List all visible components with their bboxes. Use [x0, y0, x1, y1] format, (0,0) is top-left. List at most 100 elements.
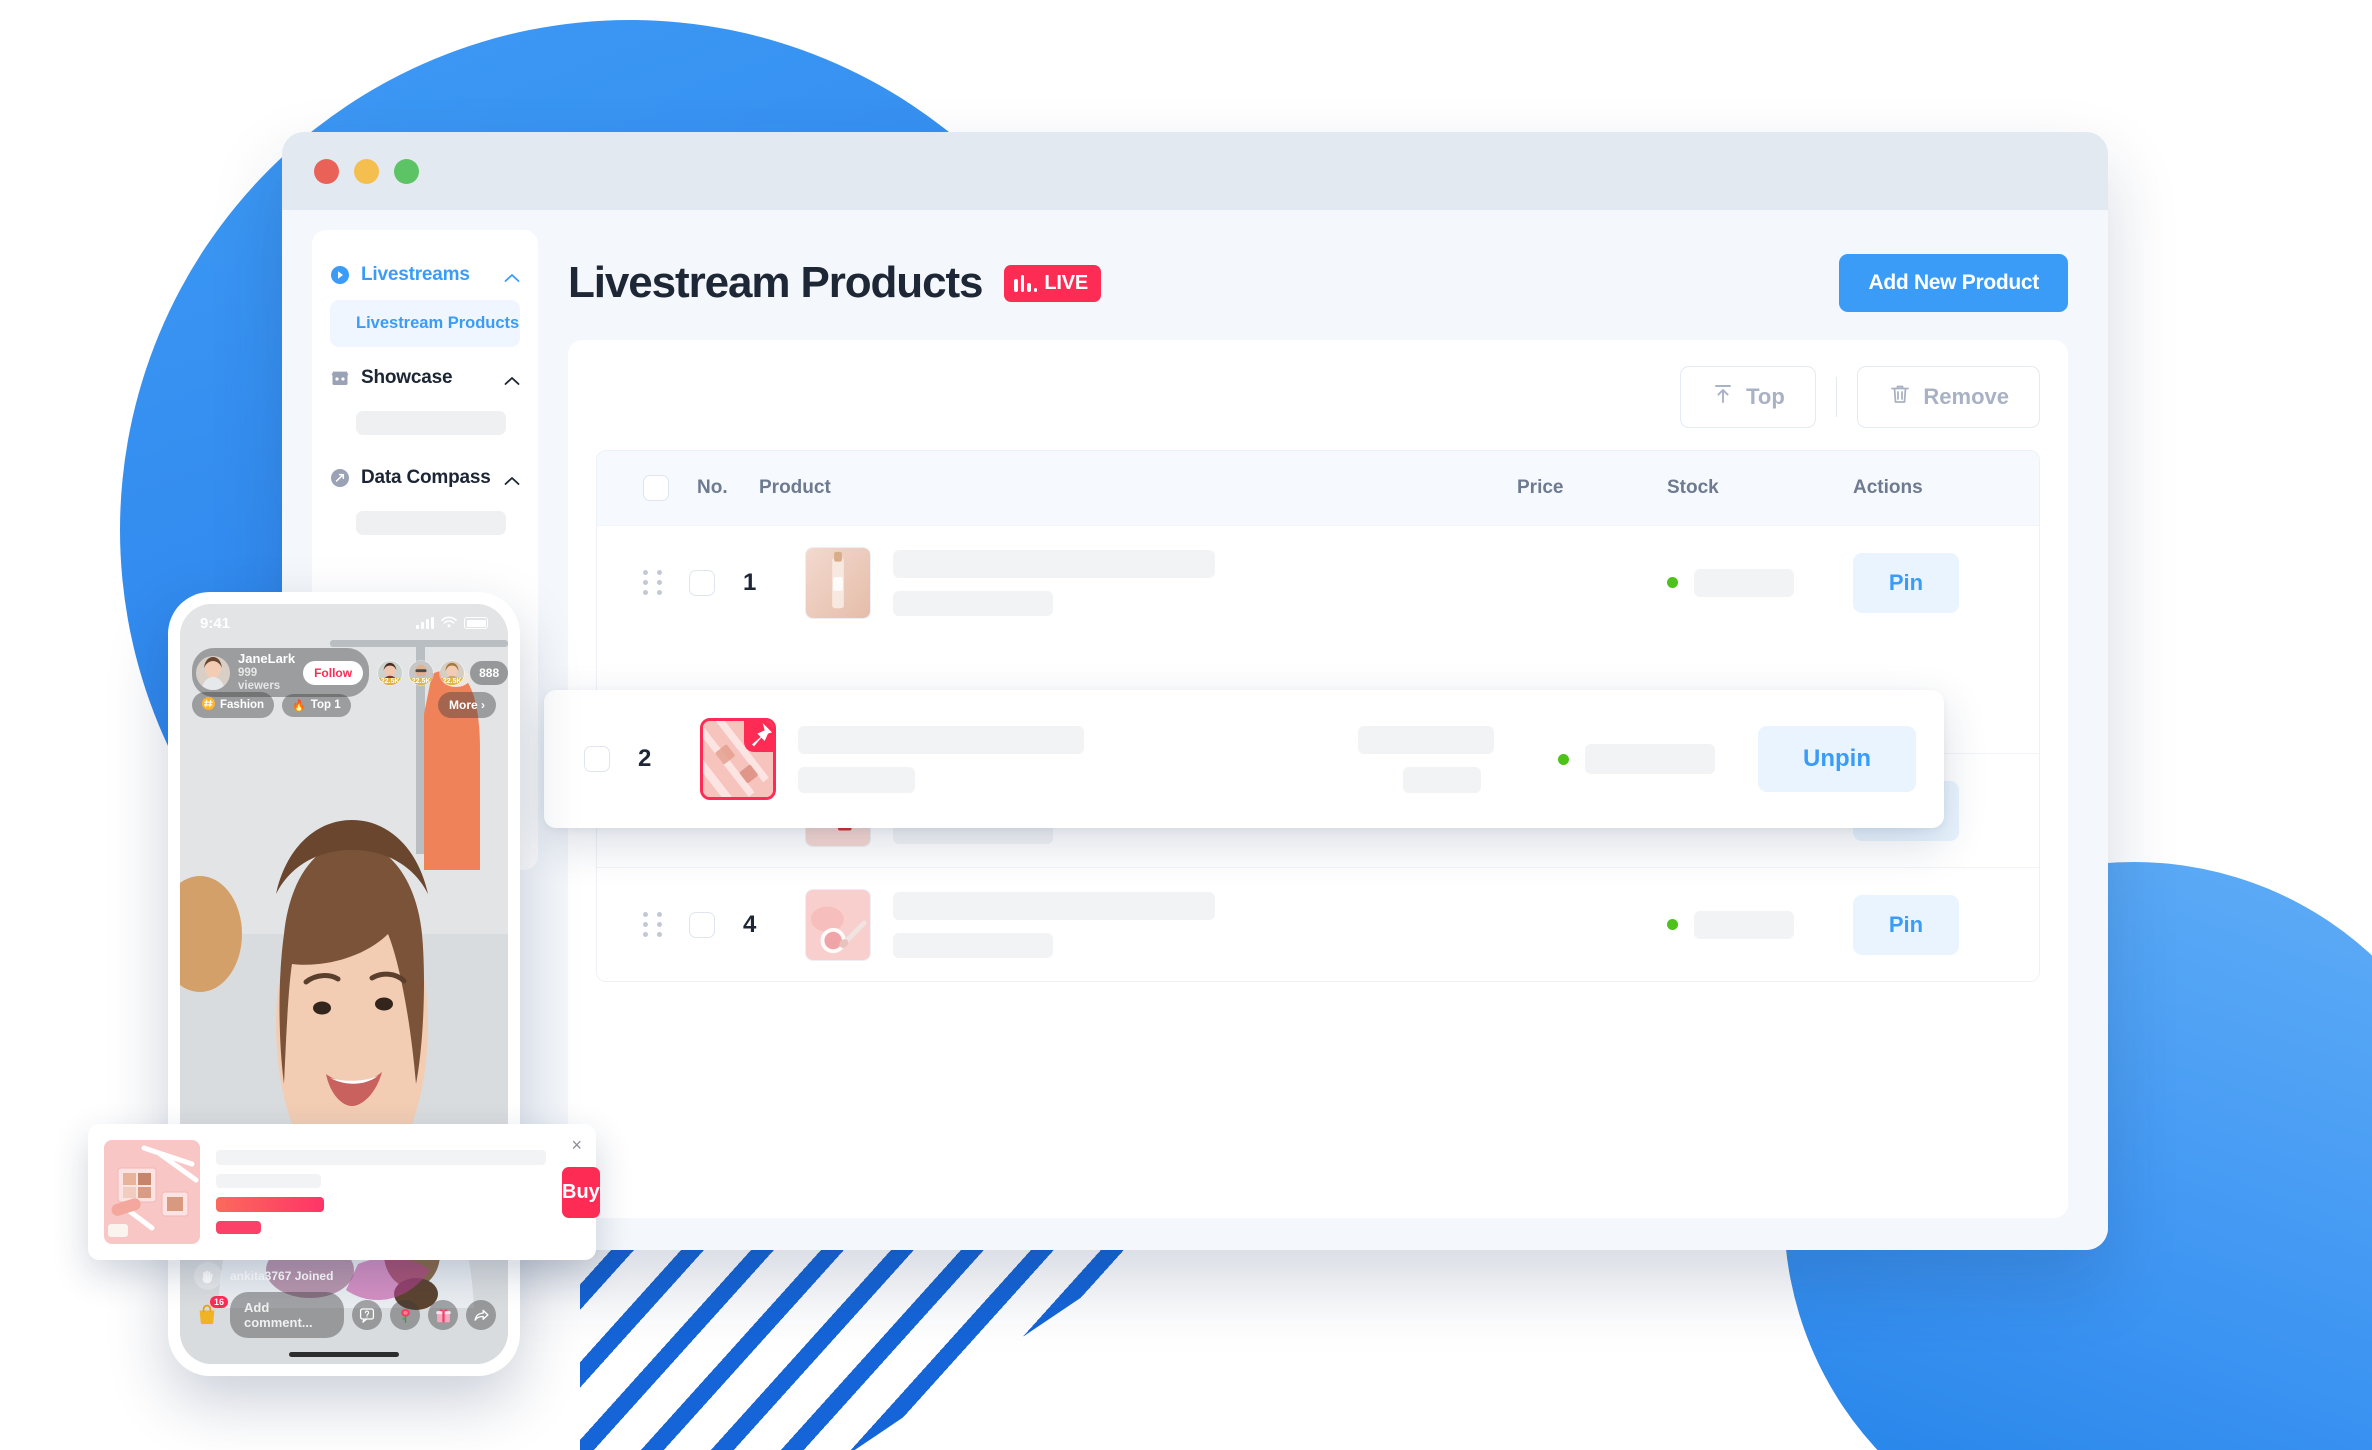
top-button[interactable]: Top — [1680, 366, 1816, 428]
row-checkbox[interactable] — [689, 911, 715, 938]
status-time: 9:41 — [200, 614, 231, 632]
sidebar-item-label: Livestreams — [361, 264, 470, 285]
pin-button[interactable]: Pin — [1853, 552, 1959, 613]
viewer-avatar[interactable]: 22.5K — [377, 659, 404, 686]
column-header-stock: Stock — [1667, 477, 1719, 498]
follow-button[interactable]: Follow — [303, 660, 364, 685]
row-select-cell — [689, 911, 743, 938]
sidebar-item-data-compass[interactable]: Data Compass — [330, 461, 520, 495]
maximize-window-button[interactable] — [394, 158, 419, 184]
close-window-button[interactable] — [314, 158, 339, 184]
row-select-cell — [584, 746, 638, 772]
phone-tag-row: Fashion 🔥 Top 1 More › — [192, 692, 496, 718]
phone-status-bar: 9:41 — [180, 604, 508, 642]
more-button[interactable]: More › — [438, 692, 496, 718]
share-icon[interactable] — [466, 1300, 496, 1330]
status-indicators — [416, 615, 488, 632]
top-button-label: Top — [1746, 384, 1785, 409]
sidebar-item-livestreams[interactable]: Livestreams — [330, 258, 520, 292]
viewer-avatar[interactable]: 22.5K — [439, 659, 466, 686]
gift-icon[interactable] — [428, 1300, 458, 1330]
unpin-button[interactable]: Unpin — [1758, 726, 1916, 792]
play-circle-icon — [330, 265, 350, 285]
sidebar-item-label: Showcase — [361, 367, 453, 388]
tag-label: Top 1 — [310, 699, 341, 711]
sidebar-item-livestream-products[interactable]: Livestream Products — [330, 300, 520, 347]
joined-username: ankita3767 — [230, 1269, 292, 1283]
host-name: JaneLark — [238, 651, 296, 666]
question-icon[interactable] — [352, 1300, 382, 1330]
row-number: 4 — [743, 910, 757, 938]
chevron-up-icon[interactable] — [504, 270, 520, 282]
page-title: Livestream Products — [568, 258, 983, 307]
table-row[interactable]: 4 Pin — [597, 867, 2039, 981]
viewer-level: 22.5K — [440, 677, 465, 685]
product-cell — [805, 546, 1517, 619]
product-thumbnail-blush-brush — [805, 888, 871, 961]
stock-placeholder — [1694, 568, 1794, 597]
drag-handle-cell — [643, 911, 689, 938]
fire-icon: 🔥 — [292, 699, 306, 712]
shopping-bag-icon[interactable]: 16 — [192, 1296, 228, 1330]
column-header-no: No. — [697, 477, 728, 498]
sidebar-item-showcase[interactable]: Showcase — [330, 361, 520, 395]
product-thumbnail-perfume-bottle — [805, 546, 871, 619]
host-info-pill[interactable]: JaneLark 999 viewers Follow — [192, 648, 370, 698]
product-thumbnail-pink-cosmetics — [700, 718, 776, 800]
price-cell — [1358, 725, 1558, 793]
comment-input[interactable]: Add comment... — [230, 1292, 344, 1338]
live-bars-icon — [1014, 274, 1038, 292]
stock-status-dot — [1558, 753, 1569, 765]
minimize-window-button[interactable] — [354, 158, 379, 184]
table-toolbar: Top Remove — [596, 366, 2040, 428]
sidebar-item-label: Data Compass — [361, 467, 491, 488]
joined-text: ankita3767 Joined — [230, 1269, 333, 1283]
row-select-cell — [689, 569, 743, 596]
chevron-up-icon[interactable] — [504, 473, 520, 485]
remove-button[interactable]: Remove — [1857, 366, 2040, 428]
product-popup-card[interactable]: Buy × — [88, 1124, 600, 1260]
viewer-avatar[interactable]: 22.5K — [408, 659, 435, 686]
chevron-up-icon[interactable] — [504, 373, 520, 385]
host-viewers: 999 viewers — [238, 666, 281, 693]
stock-placeholder — [1694, 910, 1794, 939]
stock-status-dot — [1667, 577, 1678, 588]
viewer-count: 888 — [470, 660, 508, 685]
add-new-product-button[interactable]: Add New Product — [1839, 254, 2068, 312]
actions-cell: Pin — [1853, 894, 2039, 955]
rose-icon[interactable] — [390, 1300, 420, 1330]
tag-fashion[interactable]: Fashion — [192, 692, 275, 718]
stock-placeholder — [1585, 744, 1715, 774]
row-checkbox[interactable] — [584, 746, 610, 772]
actions-cell: Unpin — [1758, 726, 1944, 792]
product-text-placeholder — [893, 549, 1215, 616]
page-header: Livestream Products LIVE Add New Product — [568, 254, 2068, 312]
avatar — [196, 655, 230, 690]
battery-icon — [464, 617, 488, 629]
table-row[interactable]: 1 Pin — [597, 525, 2039, 639]
pinned-product-row[interactable]: 2 Unpin — [544, 690, 1944, 828]
product-cell — [700, 718, 1358, 800]
hashtag-icon — [202, 697, 215, 713]
cellular-signal-icon — [416, 617, 434, 629]
row-checkbox[interactable] — [689, 569, 715, 596]
drag-handle-icon[interactable] — [643, 569, 663, 596]
drag-handle-icon[interactable] — [643, 911, 663, 938]
close-icon[interactable]: × — [571, 1136, 582, 1154]
buy-button[interactable]: Buy — [562, 1166, 600, 1218]
row-number: 2 — [638, 745, 652, 772]
wifi-icon — [441, 615, 457, 632]
select-all-checkbox[interactable] — [643, 475, 669, 501]
tag-top1[interactable]: 🔥 Top 1 — [282, 693, 351, 717]
product-text-placeholder — [893, 891, 1215, 958]
sidebar-group-data-compass: Data Compass — [312, 461, 538, 535]
column-header-price: Price — [1517, 477, 1564, 498]
host-text: JaneLark 999 viewers — [238, 651, 296, 693]
window-title-bar — [282, 132, 2108, 210]
pin-button[interactable]: Pin — [1853, 894, 1959, 955]
popup-title-placeholder — [216, 1150, 546, 1165]
column-header-product: Product — [759, 477, 831, 498]
popup-product-image — [104, 1140, 200, 1244]
popup-text-placeholders — [216, 1150, 546, 1234]
viewer-avatars: 22.5K 22.5K 22.5K 888 ✕ — [377, 659, 508, 686]
